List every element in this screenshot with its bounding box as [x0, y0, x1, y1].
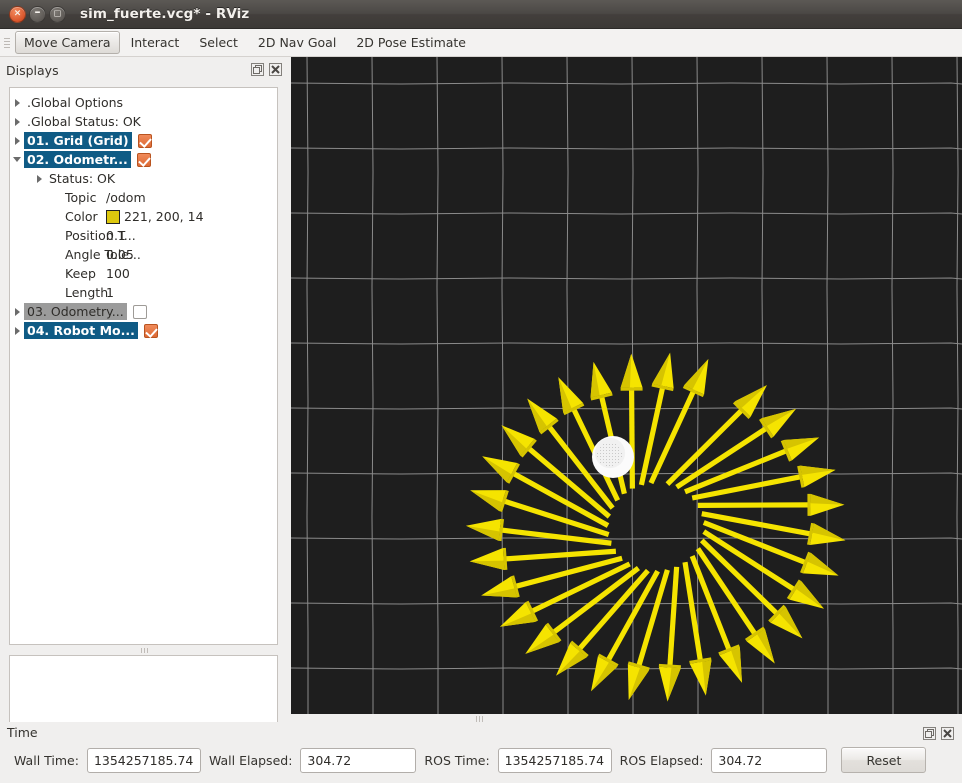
chevron-right-icon[interactable]	[32, 169, 46, 188]
time-dock: Time Wall Time: 1354257185.74 Wall Elaps…	[0, 722, 962, 783]
maximize-glyph: □	[53, 8, 62, 18]
chevron-down-icon[interactable]	[10, 150, 24, 169]
tool-2d-pose-estimate[interactable]: 2D Pose Estimate	[347, 31, 475, 54]
displays-panel-title: Displays	[6, 63, 59, 78]
robot-model-enabled-checkbox[interactable]	[143, 323, 158, 338]
wall-time-field[interactable]: 1354257185.74	[86, 747, 201, 773]
maximize-icon[interactable]: □	[49, 5, 66, 23]
time-panel-title: Time	[7, 725, 38, 740]
property-row-length[interactable]: Length 1	[10, 283, 277, 302]
displays-dock-buttons	[251, 63, 282, 76]
tree-item-odometry-3[interactable]: 03. Odometry...	[10, 302, 277, 321]
wall-elapsed-label: Wall Elapsed:	[208, 752, 293, 768]
reset-button[interactable]: Reset	[841, 747, 927, 773]
float-icon[interactable]	[251, 63, 264, 76]
tree-item-label: 02. Odometr...	[24, 151, 131, 168]
tool-interact[interactable]: Interact	[122, 31, 189, 54]
tree-item-global-options[interactable]: .Global Options	[10, 93, 277, 112]
tree-item-label: 04. Robot Mo...	[24, 322, 138, 339]
chevron-right-icon[interactable]	[10, 131, 24, 150]
rviz-window: × – □ sim_fuerte.vcg* - RViz Move Camera…	[0, 0, 962, 783]
tool-select[interactable]: Select	[190, 31, 247, 54]
toolbar-drag-handle-icon[interactable]	[2, 34, 12, 52]
window-controls: × – □	[9, 4, 66, 23]
ros-elapsed-label: ROS Elapsed:	[619, 752, 704, 768]
property-value[interactable]: /odom	[106, 190, 146, 205]
time-dock-buttons	[923, 727, 954, 740]
close-icon[interactable]: ×	[9, 5, 26, 23]
close-icon[interactable]	[269, 63, 282, 76]
tree-item-label: Status: OK	[49, 171, 116, 186]
3d-viewport[interactable]	[291, 57, 962, 714]
property-value[interactable]: 100	[106, 266, 130, 281]
tree-item-label: .Global Options	[27, 95, 124, 110]
chevron-right-icon[interactable]	[10, 112, 24, 131]
close-glyph: ×	[13, 8, 22, 18]
chevron-right-icon[interactable]	[10, 321, 24, 340]
minimize-glyph: –	[34, 4, 41, 19]
property-row-color[interactable]: Color 221, 200, 14	[10, 207, 277, 226]
color-value-text: 221, 200, 14	[124, 209, 204, 224]
displays-tree[interactable]: .Global Options .Global Status: OK 01. G…	[9, 87, 278, 645]
property-key: Topic	[65, 190, 97, 205]
float-icon[interactable]	[923, 727, 936, 740]
grid-enabled-checkbox[interactable]	[137, 133, 152, 148]
property-value[interactable]: 1	[106, 285, 114, 300]
displays-help-box	[9, 655, 278, 729]
close-icon[interactable]	[941, 727, 954, 740]
wall-time-label: Wall Time:	[14, 752, 79, 768]
minimize-icon[interactable]: –	[29, 4, 46, 23]
color-swatch[interactable]	[106, 209, 120, 224]
property-row-keep[interactable]: Keep 100	[10, 264, 277, 283]
tree-item-label: .Global Status: OK	[27, 114, 141, 129]
chevron-right-icon[interactable]	[10, 302, 24, 321]
property-row-topic[interactable]: Topic /odom	[10, 188, 277, 207]
time-fields-row: Wall Time: 1354257185.74 Wall Elapsed: 3…	[14, 747, 954, 773]
tree-item-robot-model[interactable]: 04. Robot Mo...	[10, 321, 277, 340]
odometry-3-enabled-checkbox[interactable]	[132, 304, 147, 319]
property-value-color[interactable]: 221, 200, 14	[106, 209, 204, 224]
ros-time-field[interactable]: 1354257185.74	[497, 747, 612, 773]
tree-item-label: 01. Grid (Grid)	[24, 132, 132, 149]
tree-item-odometry-2[interactable]: 02. Odometr...	[10, 150, 277, 169]
tool-move-camera[interactable]: Move Camera	[15, 31, 120, 54]
displays-splitter-handle[interactable]	[130, 648, 158, 653]
tree-item-status[interactable]: Status: OK	[10, 169, 277, 188]
main-toolbar: Move Camera Interact Select 2D Nav Goal …	[0, 29, 962, 57]
property-row-angle-tolerance[interactable]: Angle Tole... 0.05	[10, 245, 277, 264]
tree-item-label: 03. Odometry...	[24, 303, 127, 320]
tree-item-grid[interactable]: 01. Grid (Grid)	[10, 131, 277, 150]
wall-elapsed-field[interactable]: 304.72	[300, 747, 417, 773]
property-key: Length	[65, 285, 109, 300]
property-value[interactable]: 0.05	[106, 247, 134, 262]
property-row-position-tolerance[interactable]: Position T... 0.1	[10, 226, 277, 245]
property-key: Color	[65, 209, 98, 224]
property-key: Angle Tole...	[65, 247, 141, 262]
property-value[interactable]: 0.1	[106, 228, 126, 243]
viewport-scene	[291, 57, 962, 714]
chevron-right-icon[interactable]	[10, 93, 24, 112]
tool-2d-nav-goal[interactable]: 2D Nav Goal	[249, 31, 345, 54]
window-titlebar: × – □ sim_fuerte.vcg* - RViz	[0, 0, 962, 29]
property-key: Position T...	[65, 228, 136, 243]
displays-tree-body: .Global Options .Global Status: OK 01. G…	[10, 88, 277, 340]
ros-elapsed-field[interactable]: 304.72	[711, 747, 828, 773]
ros-time-label: ROS Time:	[424, 752, 490, 768]
odometry-2-enabled-checkbox[interactable]	[136, 152, 151, 167]
displays-dock: Displays .Global Options .Global Status:…	[0, 57, 288, 763]
tree-item-global-status[interactable]: .Global Status: OK	[10, 112, 277, 131]
window-title: sim_fuerte.vcg* - RViz	[80, 6, 250, 22]
robot-model	[592, 436, 634, 478]
property-key: Keep	[65, 266, 96, 281]
